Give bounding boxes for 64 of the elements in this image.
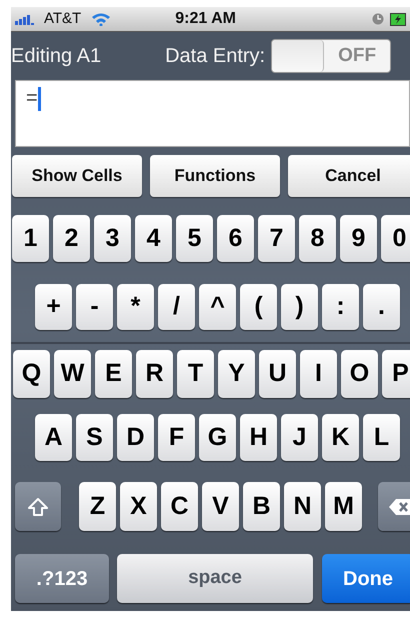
keyboard-key[interactable]: 1: [12, 215, 49, 262]
keyboard-key[interactable]: V: [202, 482, 239, 531]
keyboard-key[interactable]: Y: [218, 350, 255, 398]
keyboard-key[interactable]: T: [177, 350, 214, 398]
keyboard-key[interactable]: F: [158, 414, 195, 461]
text-cursor: [38, 87, 41, 111]
action-button[interactable]: Functions: [150, 155, 280, 197]
keyboard-key[interactable]: ^: [199, 284, 236, 330]
keyboard-key[interactable]: .: [363, 284, 400, 330]
battery-icon: [390, 12, 406, 26]
editing-title: Editing A1: [11, 44, 102, 69]
keyboard-key[interactable]: 7: [258, 215, 295, 262]
keyboard-key[interactable]: G: [199, 414, 236, 461]
keyboard-key[interactable]: C: [161, 482, 198, 531]
keyboard-key[interactable]: :: [322, 284, 359, 330]
keyboard-key[interactable]: 6: [217, 215, 254, 262]
formula-field[interactable]: =: [15, 80, 410, 147]
keyboard-key[interactable]: D: [117, 414, 154, 461]
keyboard-key[interactable]: 0: [381, 215, 410, 262]
done-key[interactable]: Done: [322, 554, 410, 603]
wifi-icon: [91, 12, 112, 26]
keyboard-key[interactable]: W: [54, 350, 91, 398]
keyboard-key[interactable]: M: [325, 482, 362, 531]
shift-arrow-icon: [27, 496, 49, 516]
keyboard-key[interactable]: 8: [299, 215, 336, 262]
keyboard-key[interactable]: S: [76, 414, 113, 461]
action-button[interactable]: Show Cells: [12, 155, 142, 197]
data-entry-label: Data Entry:: [165, 44, 266, 69]
keyboard-key[interactable]: L: [363, 414, 400, 461]
keyboard-key[interactable]: K: [322, 414, 359, 461]
keyboard-key[interactable]: 3: [94, 215, 131, 262]
keyboard-key[interactable]: A: [35, 414, 72, 461]
keyboard-key[interactable]: 2: [53, 215, 90, 262]
carrier-name: AT&T: [44, 8, 82, 29]
keyboard-key[interactable]: U: [259, 350, 296, 398]
keyboard-key[interactable]: (: [240, 284, 277, 330]
keyboard-key[interactable]: ): [281, 284, 318, 330]
keyboard-key[interactable]: Z: [79, 482, 116, 531]
backspace-icon: [388, 498, 410, 516]
status-time: 9:21 AM: [175, 9, 236, 29]
keyboard-key[interactable]: Q: [13, 350, 50, 398]
keyboard-key[interactable]: +: [35, 284, 72, 330]
keyboard-key[interactable]: -: [76, 284, 113, 330]
keyboard-key[interactable]: *: [117, 284, 154, 330]
action-button[interactable]: Cancel: [288, 155, 410, 197]
keyboard-key[interactable]: R: [136, 350, 173, 398]
keyboard-key[interactable]: 4: [135, 215, 172, 262]
keyboard-key[interactable]: H: [240, 414, 277, 461]
keyboard-key[interactable]: J: [281, 414, 318, 461]
keyboard-key[interactable]: X: [120, 482, 157, 531]
numbers-key[interactable]: .?123: [15, 554, 109, 603]
keyboard-key[interactable]: /: [158, 284, 195, 330]
space-key[interactable]: space: [117, 554, 313, 603]
keyboard-key[interactable]: P: [382, 350, 410, 398]
clock-icon: [372, 13, 384, 25]
shift-key[interactable]: [15, 482, 61, 531]
keyboard-key[interactable]: 9: [340, 215, 377, 262]
keyboard-key[interactable]: N: [284, 482, 321, 531]
keyboard-key[interactable]: E: [95, 350, 132, 398]
keyboard-key[interactable]: B: [243, 482, 280, 531]
switch-thumb: [272, 40, 324, 72]
keyboard-key[interactable]: 5: [176, 215, 213, 262]
keyboard-key[interactable]: O: [341, 350, 378, 398]
keyboard-key[interactable]: I: [300, 350, 337, 398]
